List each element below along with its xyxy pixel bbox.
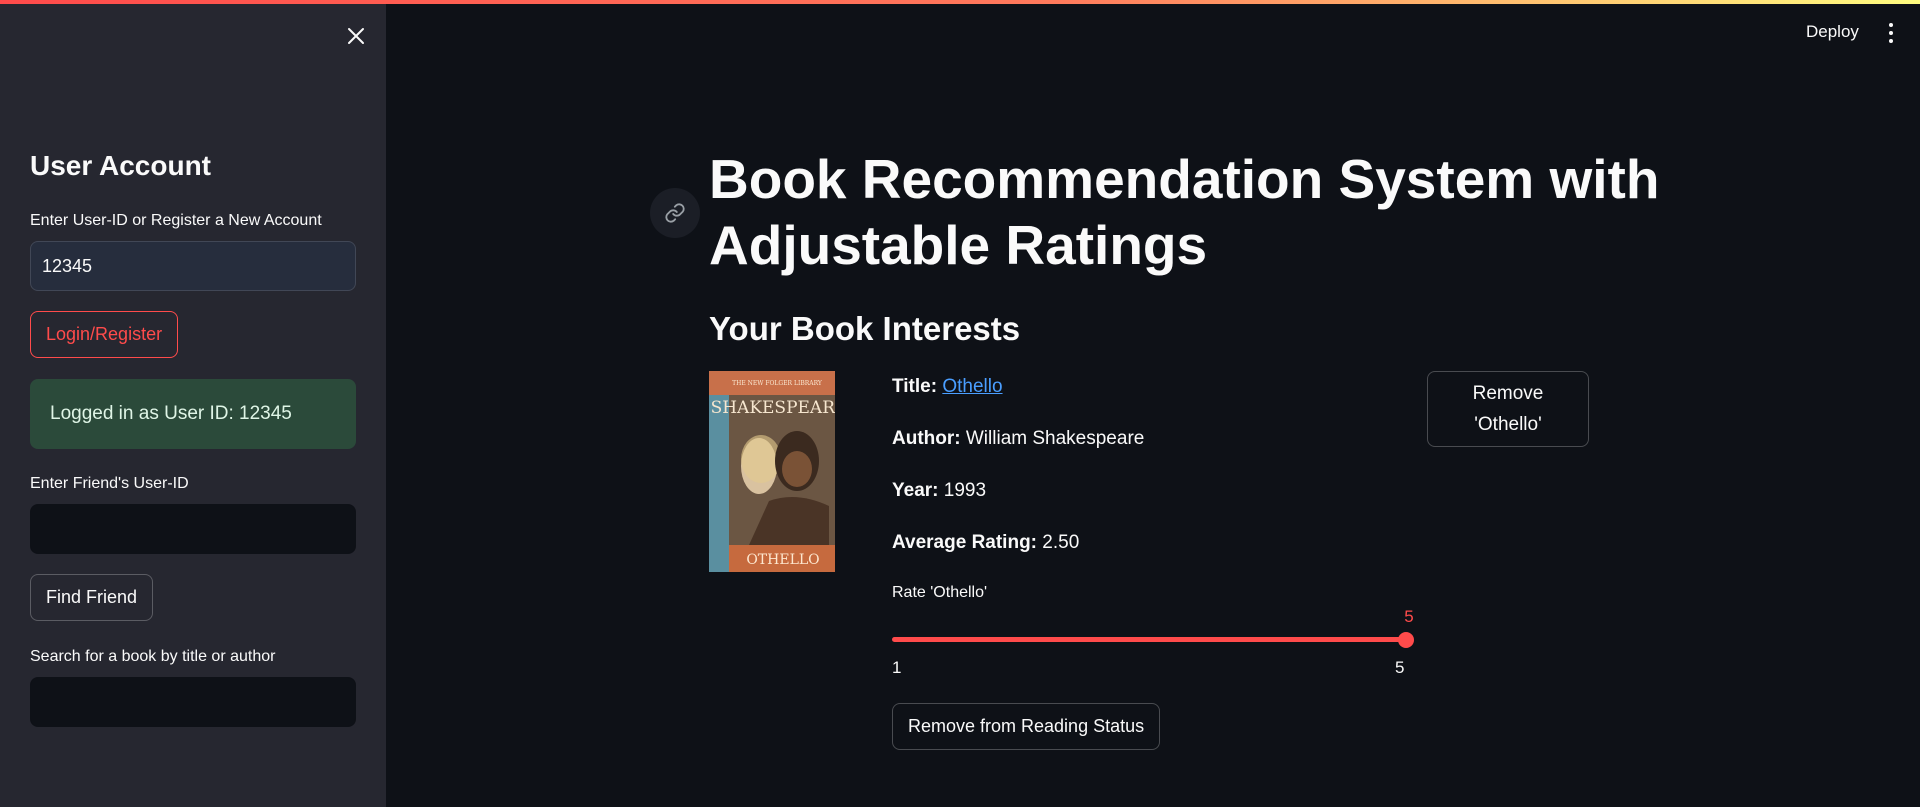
slider-min-label: 1 bbox=[892, 658, 902, 677]
login-register-button[interactable]: Login/Register bbox=[30, 311, 179, 358]
vertical-dots-icon[interactable] bbox=[1880, 20, 1902, 46]
book-rating-line: Average Rating: 2.50 bbox=[892, 532, 1079, 554]
book-year-line: Year: 1993 bbox=[892, 480, 986, 502]
section-title: Your Book Interests bbox=[709, 310, 1021, 347]
user-account-heading: User Account bbox=[30, 150, 212, 181]
book-search-label: Search for a book by title or author bbox=[30, 648, 276, 665]
book-year-label: Year: bbox=[892, 480, 939, 501]
rating-slider-thumb[interactable] bbox=[1398, 632, 1414, 648]
close-icon bbox=[348, 28, 364, 44]
book-title-link[interactable]: Othello bbox=[942, 376, 1002, 397]
login-success-message: Logged in as User ID: 12345 bbox=[30, 379, 356, 449]
book-author-line: Author: William Shakespeare bbox=[892, 428, 1144, 450]
book-year-value: 1993 bbox=[943, 480, 987, 501]
page-title: Book Recommendation System with Adjustab… bbox=[709, 148, 1660, 276]
find-friend-button[interactable]: Find Friend bbox=[30, 574, 154, 621]
friend-id-label: Enter Friend's User-ID bbox=[30, 475, 189, 492]
book-title-line: Title: Othello bbox=[892, 376, 1003, 398]
link-icon bbox=[665, 203, 685, 223]
book-rating-value: 2.50 bbox=[1042, 532, 1080, 553]
user-id-label: Enter User-ID or Register a New Account bbox=[30, 212, 322, 229]
sidebar: User Account Enter User-ID or Register a… bbox=[0, 0, 386, 807]
book-rating-label: Average Rating: bbox=[892, 532, 1037, 553]
slider-current-value: 5 bbox=[1404, 607, 1414, 626]
rate-label: Rate 'Othello' bbox=[892, 584, 988, 601]
user-id-input[interactable] bbox=[30, 241, 356, 291]
book-title-label: Title: bbox=[892, 376, 938, 397]
book-author-label: Author: bbox=[892, 428, 961, 449]
deploy-button[interactable]: Deploy bbox=[1800, 18, 1865, 46]
success-message-text: Logged in as User ID: 12345 bbox=[50, 403, 292, 424]
slider-max-label: 5 bbox=[1395, 658, 1405, 677]
cover-text-bottom: OTHELLO bbox=[746, 552, 819, 568]
remove-reading-status-button[interactable]: Remove from Reading Status bbox=[892, 703, 1161, 750]
book-author-value: William Shakespeare bbox=[965, 428, 1145, 449]
top-accent-bar bbox=[0, 0, 1920, 4]
book-search-input[interactable] bbox=[30, 677, 356, 727]
remove-book-button[interactable]: Remove 'Othello' bbox=[1427, 371, 1589, 447]
cover-text-top: THE NEW FOLGER LIBRARY bbox=[732, 380, 823, 387]
anchor-link-button[interactable] bbox=[650, 188, 700, 238]
friend-id-input[interactable] bbox=[30, 504, 356, 554]
cover-text-main: SHAKESPEARE bbox=[711, 398, 835, 418]
close-sidebar-button[interactable] bbox=[340, 20, 372, 52]
rating-slider-track[interactable] bbox=[892, 637, 1406, 642]
book-cover-image: THE NEW FOLGER LIBRARY SHAKESPEARE OTHEL… bbox=[709, 371, 835, 572]
